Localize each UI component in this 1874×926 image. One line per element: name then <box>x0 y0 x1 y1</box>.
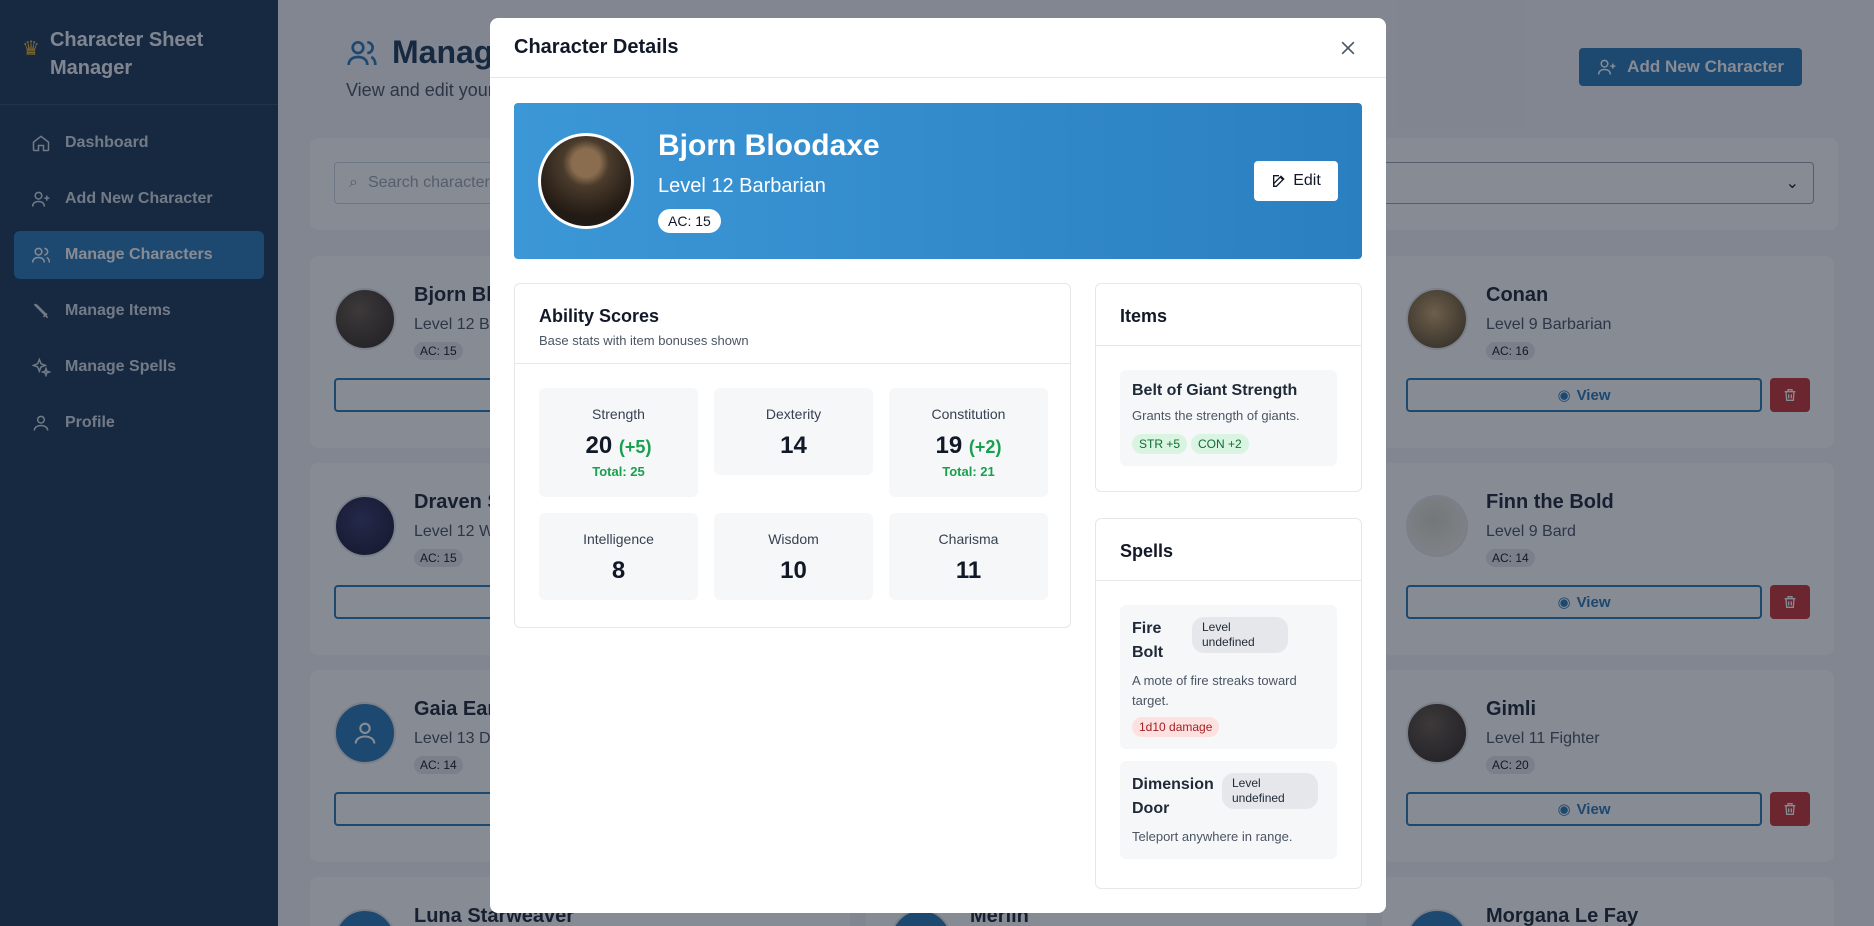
stat-intelligence: Intelligence 8 <box>539 513 698 600</box>
item-description: Grants the strength of giants. <box>1132 408 1300 423</box>
spell-heading: Fire Bolt Level undefined <box>1132 617 1325 665</box>
spell-name: Dimension Door <box>1132 776 1214 817</box>
stat-value: 11 <box>955 557 982 584</box>
stat-value: 8 <box>611 557 626 584</box>
items-panel: Items Belt of Giant Strength Grants the … <box>1095 283 1362 492</box>
modal-header: Character Details <box>490 18 1386 78</box>
edit-button[interactable]: Edit <box>1254 161 1338 201</box>
avatar <box>538 133 634 229</box>
modal-title: Character Details <box>514 36 679 58</box>
stat-strength: Strength 20 (+5) Total: 25 <box>539 388 698 497</box>
stat-label: Constitution <box>931 406 1006 422</box>
character-class: Level 12 Barbarian <box>658 175 826 197</box>
spells-header: Spells <box>1096 519 1361 581</box>
stat-label: Dexterity <box>765 406 822 422</box>
stat-label: Charisma <box>938 531 999 547</box>
stat-base: 19 <box>935 432 963 459</box>
stat-value: 14 <box>780 432 807 459</box>
damage-tag: 1d10 damage <box>1132 717 1220 737</box>
stat-base: 20 <box>585 432 613 459</box>
stat-charisma: Charisma 11 <box>889 513 1048 600</box>
items-header: Items <box>1096 284 1361 346</box>
stat-total: Total: 25 <box>592 464 645 479</box>
spell-heading: Dimension Door Level undefined <box>1132 773 1325 821</box>
spell-entry[interactable]: Fire Bolt Level undefined A mote of fire… <box>1120 605 1337 749</box>
item-bonus-tag: STR +5 <box>1132 434 1188 454</box>
panel-subtitle: Base stats with item bonuses shown <box>539 333 749 348</box>
item-entry[interactable]: Belt of Giant Strength Grants the streng… <box>1120 370 1337 466</box>
close-icon <box>1341 41 1355 55</box>
edit-icon <box>1273 175 1285 187</box>
stat-dexterity: Dexterity 14 <box>714 388 873 475</box>
stat-value: 10 <box>780 557 807 584</box>
stat-label: Intelligence <box>583 531 654 547</box>
item-bonus-tag: CON +2 <box>1191 434 1249 454</box>
panel-title: Items <box>1120 306 1168 326</box>
edit-label: Edit <box>1293 172 1321 189</box>
close-button[interactable] <box>1334 34 1362 62</box>
panel-title: Spells <box>1120 541 1174 561</box>
character-hero: Bjorn Bloodaxe Level 12 Barbarian AC: 15… <box>514 103 1362 259</box>
stat-bonus: (+2) <box>968 437 1002 457</box>
spell-name: Fire Bolt <box>1132 620 1164 661</box>
stat-total: Total: 21 <box>942 464 995 479</box>
panel-title: Ability Scores <box>539 306 660 326</box>
spell-description: Teleport anywhere in range. <box>1132 829 1293 844</box>
stat-wisdom: Wisdom 10 <box>714 513 873 600</box>
ability-scores-panel: Ability Scores Base stats with item bonu… <box>514 283 1071 628</box>
stat-value: 20 (+5) <box>539 432 698 460</box>
stat-constitution: Constitution 19 (+2) Total: 21 <box>889 388 1048 497</box>
character-details-modal: Character Details Bjorn Bloodaxe Level 1… <box>490 18 1386 913</box>
spells-panel: Spells Fire Bolt Level undefined A mote … <box>1095 518 1362 889</box>
ac-badge: AC: 15 <box>658 209 721 233</box>
spell-description: A mote of fire streaks toward target. <box>1132 673 1297 708</box>
spell-entry[interactable]: Dimension Door Level undefined Teleport … <box>1120 761 1337 859</box>
spell-level-badge: Level undefined <box>1192 617 1288 653</box>
spell-level-badge: Level undefined <box>1222 773 1318 809</box>
item-name: Belt of Giant Strength <box>1132 382 1298 399</box>
stat-label: Strength <box>592 406 645 422</box>
stat-label: Wisdom <box>768 531 819 547</box>
ability-scores-header: Ability Scores Base stats with item bonu… <box>515 284 1070 364</box>
stat-bonus: (+5) <box>618 437 652 457</box>
character-name: Bjorn Bloodaxe <box>658 129 880 162</box>
stat-value: 19 (+2) <box>889 432 1048 460</box>
